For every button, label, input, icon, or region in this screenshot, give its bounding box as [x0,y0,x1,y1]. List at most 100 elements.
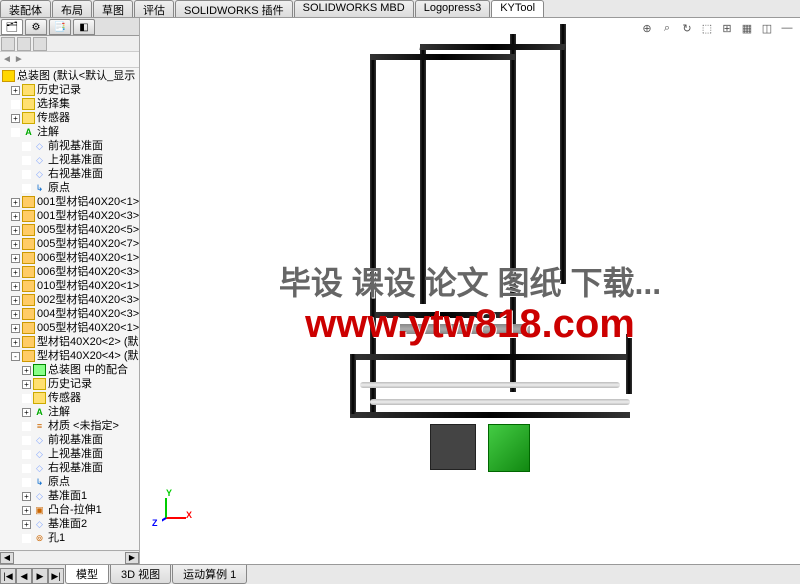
bottom-tab-2[interactable]: 运动算例 1 [172,565,247,584]
tree-item[interactable]: +◇基准面2 [0,517,139,531]
graphics-viewport[interactable]: ⊕⌕↻⬚⊞▦◫— 毕设 课设 论文 图纸 下载... www.ytw818.co [140,18,800,564]
tree-item[interactable]: ⊚孔1 [0,531,139,545]
tree-item[interactable]: +005型材铝40X20<5> (默 [0,223,139,237]
view-triad[interactable]: X Y Z [152,488,192,528]
expand-icon[interactable]: + [22,408,31,417]
panel-tool-1[interactable] [1,37,15,51]
tree-item[interactable]: ≡材质 <未指定> [0,419,139,433]
top-tab-6[interactable]: Logopress3 [415,0,491,17]
top-tab-4[interactable]: SOLIDWORKS 插件 [175,0,293,17]
top-tab-0[interactable]: 装配体 [0,0,51,17]
nav-next[interactable]: ▶ [32,568,48,584]
vp-tool-3[interactable]: ⬚ [698,20,716,36]
vp-tool-6[interactable]: ◫ [758,20,776,36]
top-tab-1[interactable]: 布局 [52,0,92,17]
tree-item[interactable]: +总装图 中的配合 [0,363,139,377]
expand-icon[interactable]: + [11,296,20,305]
tree-item[interactable]: ◇上视基准面 [0,153,139,167]
scroll-right[interactable]: ▶ [125,552,139,564]
tree-item[interactable]: +004型材铝40X20<3> (默 [0,307,139,321]
nav-last[interactable]: ▶| [48,568,64,584]
expand-icon[interactable]: + [11,86,20,95]
expand-icon[interactable]: + [11,254,20,263]
tree-item[interactable]: ◇前视基准面 [0,139,139,153]
tree-item[interactable]: +◇基准面1 [0,489,139,503]
feature-tree[interactable]: 总装图 (默认<默认_显示 +历史记录选择集+传感器A注解◇前视基准面◇上视基准… [0,68,139,550]
plane-icon: ◇ [33,490,46,502]
tree-item[interactable]: -型材铝40X20<4> (默认 [0,349,139,363]
tree-item[interactable]: +010型材铝40X20<1> (默 [0,279,139,293]
bottom-tab-1[interactable]: 3D 视图 [110,565,171,584]
expand-icon[interactable]: + [22,506,31,515]
nav-prev[interactable]: ◀ [16,568,32,584]
tree-root[interactable]: 总装图 (默认<默认_显示 [0,69,139,83]
expand-icon[interactable]: + [11,240,20,249]
expand-icon[interactable]: + [22,380,31,389]
tree-item[interactable]: +历史记录 [0,83,139,97]
tree-item-label: 原点 [48,181,70,195]
tree-item[interactable]: +传感器 [0,111,139,125]
vp-tool-5[interactable]: ▦ [738,20,756,36]
panel-tool-3[interactable] [33,37,47,51]
top-tab-2[interactable]: 草图 [93,0,133,17]
tree-item[interactable]: +型材铝40X20<2> (默认 [0,335,139,349]
tree-item[interactable]: +006型材铝40X20<1> (默 [0,251,139,265]
expand-icon[interactable]: + [11,268,20,277]
tree-item[interactable]: +001型材铝40X20<1> (默 [0,195,139,209]
bottom-tab-0[interactable]: 模型 [65,565,109,584]
expand-icon[interactable]: + [11,324,20,333]
expand-icon[interactable]: + [22,366,31,375]
part-icon [22,252,35,264]
tree-item[interactable]: +▣凸台-拉伸1 [0,503,139,517]
expand-icon[interactable]: + [11,338,20,347]
expand-icon[interactable]: + [11,212,20,221]
tree-item[interactable]: +002型材铝40X20<3> (默 [0,293,139,307]
tree-item-label: 001型材铝40X20<3> (默 [37,209,139,223]
nav-first[interactable]: |◀ [0,568,16,584]
vp-tool-7[interactable]: — [778,20,796,36]
tree-hscroll[interactable]: ◀ ▶ [0,550,139,564]
tree-item[interactable]: A注解 [0,125,139,139]
tree-item[interactable]: ↳原点 [0,181,139,195]
scroll-track[interactable] [14,552,125,564]
tree-item[interactable]: ↳原点 [0,475,139,489]
feature-tree-tab[interactable]: 🗂 [1,19,23,35]
vp-tool-0[interactable]: ⊕ [638,20,656,36]
expand-icon[interactable]: + [22,492,31,501]
nav-fwd-icon[interactable]: ► [14,54,24,65]
tree-item[interactable]: +历史记录 [0,377,139,391]
expand-icon[interactable]: + [11,114,20,123]
expand-icon[interactable]: + [22,520,31,529]
top-tab-5[interactable]: SOLIDWORKS MBD [294,0,414,17]
tree-item[interactable]: ◇右视基准面 [0,461,139,475]
tree-item[interactable]: 选择集 [0,97,139,111]
tree-item[interactable]: ◇前视基准面 [0,433,139,447]
spacer [11,128,20,137]
top-tab-3[interactable]: 评估 [134,0,174,17]
tree-item[interactable]: ◇上视基准面 [0,447,139,461]
top-tab-7[interactable]: KYTool [491,0,544,17]
tree-item[interactable]: ◇右视基准面 [0,167,139,181]
vp-tool-1[interactable]: ⌕ [658,20,676,36]
tree-item[interactable]: +006型材铝40X20<3> (默 [0,265,139,279]
config-tab[interactable]: 📑 [49,19,71,35]
nav-back-icon[interactable]: ◄ [2,54,12,65]
collapse-icon[interactable]: - [11,352,20,361]
tree-item-label: 005型材铝40X20<5> (默 [37,223,139,237]
tree-item[interactable]: +005型材铝40X20<7> (默 [0,237,139,251]
display-tab[interactable]: ◧ [73,19,95,35]
tree-item[interactable]: 传感器 [0,391,139,405]
model-assembly [310,54,630,474]
tree-item[interactable]: +001型材铝40X20<3> (默 [0,209,139,223]
expand-icon[interactable]: + [11,226,20,235]
tree-item[interactable]: +005型材铝40X20<1> (默 [0,321,139,335]
panel-tool-2[interactable] [17,37,31,51]
vp-tool-2[interactable]: ↻ [678,20,696,36]
expand-icon[interactable]: + [11,310,20,319]
expand-icon[interactable]: + [11,282,20,291]
scroll-left[interactable]: ◀ [0,552,14,564]
expand-icon[interactable]: + [11,198,20,207]
tree-item[interactable]: +A注解 [0,405,139,419]
vp-tool-4[interactable]: ⊞ [718,20,736,36]
property-tab[interactable]: ⚙ [25,19,47,35]
